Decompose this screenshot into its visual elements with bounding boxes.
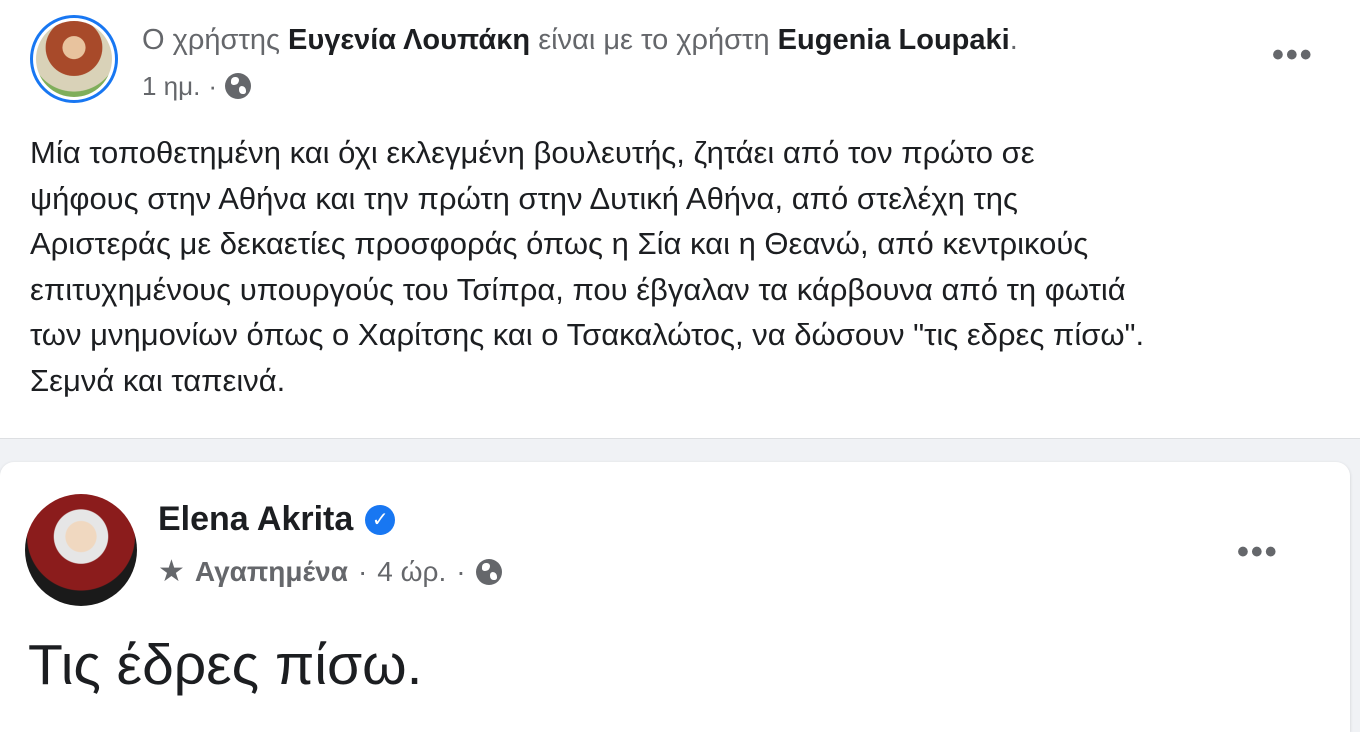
header-middle: είναι με το χρήστη <box>538 24 770 56</box>
post-body-line: ψήφους στην Αθήνα και την πρώτη στην Δυτ… <box>30 180 1018 216</box>
meta-separator: · <box>208 71 218 101</box>
globe-icon[interactable] <box>475 558 502 585</box>
post-body-line: Σεμνά και ταπεινά. <box>30 362 286 398</box>
globe-icon[interactable] <box>225 73 252 99</box>
header-prefix: Ο χρήστης <box>142 24 280 56</box>
verified-badge-icon: ✓ <box>365 504 396 535</box>
meta-separator: · <box>456 555 466 587</box>
post-time-link[interactable]: 4 ώρ. <box>377 556 446 588</box>
author-name-link[interactable]: Ευγενία Λουπάκη <box>288 24 530 56</box>
header-suffix: . <box>1009 24 1018 56</box>
star-icon: ★ <box>158 555 185 588</box>
post-shared: Ο χρήστης Ευγενία Λουπάκη είναι με το χρ… <box>0 0 1360 439</box>
post-original: Elena Akrita ✓ ★ Αγαπημένα · 4 ώρ. · •••… <box>0 462 1350 732</box>
more-options-button[interactable]: ••• <box>1272 38 1314 72</box>
post-meta: 1 ημ. · <box>142 68 252 104</box>
favorites-label[interactable]: Αγαπημένα <box>195 556 348 588</box>
post-body-line: Αριστεράς με δεκαετίες προσφοράς όπως η … <box>30 226 1089 261</box>
post-time-link[interactable]: 1 ημ. <box>142 68 200 104</box>
post-body: Μία τοποθετημένη και όχι εκλεγμένη βουλε… <box>30 130 1330 403</box>
post-body-line: επιτυχημένους υπουργούς του Τσίπρα, που … <box>30 271 1126 307</box>
author-avatar[interactable] <box>30 15 118 103</box>
post-header: Ο χρήστης Ευγενία Λουπάκη είναι με το χρ… <box>142 20 1018 60</box>
avatar-image <box>36 21 112 97</box>
post-meta: ★ Αγαπημένα · 4 ώρ. · <box>158 554 502 589</box>
author-name-link[interactable]: Elena Akrita <box>158 500 353 539</box>
post-body-line: Μία τοποθετημένη και όχι εκλεγμένη βουλε… <box>30 135 1035 170</box>
author-avatar[interactable] <box>25 494 137 606</box>
tagged-user-link[interactable]: Eugenia Loupaki <box>778 24 1010 56</box>
meta-separator: · <box>357 555 368 587</box>
post-body-line: των μνημονίων όπως ο Χαρίτσης και ο Τσακ… <box>30 317 1145 352</box>
post-text: Τις έδρες πίσω. <box>28 633 423 697</box>
author-header: Elena Akrita ✓ <box>158 500 396 539</box>
more-options-button[interactable]: ••• <box>1237 535 1279 569</box>
